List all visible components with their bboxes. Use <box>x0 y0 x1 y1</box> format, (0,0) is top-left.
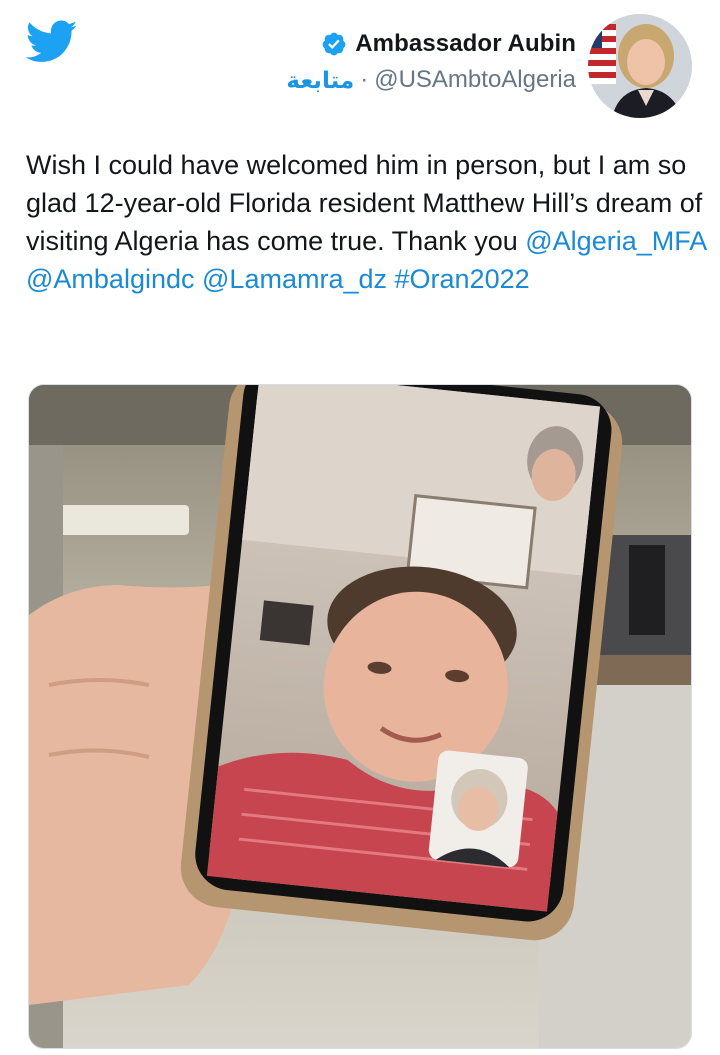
author-names: Ambassador Aubin متابعة · @USAmbtoAlgeri… <box>286 30 576 94</box>
hashtag-link[interactable]: #Oran2022 <box>395 264 530 294</box>
text-space <box>195 264 203 294</box>
mention-link[interactable]: @Ambalgindc <box>26 264 195 294</box>
tweet-card: Ambassador Aubin متابعة · @USAmbtoAlgeri… <box>0 0 720 1055</box>
twitter-bird-icon[interactable] <box>26 20 78 64</box>
tweet-photo-video-call <box>29 385 691 1048</box>
tweet-text: Wish I could have welcomed him in person… <box>26 146 706 298</box>
text-space <box>387 264 395 294</box>
follow-button[interactable]: متابعة <box>286 67 354 94</box>
tweet-photo[interactable] <box>28 384 692 1049</box>
mention-link[interactable]: @Algeria_MFA <box>525 226 705 256</box>
verified-badge-icon <box>322 32 346 56</box>
author-name-row: Ambassador Aubin <box>321 30 576 58</box>
author-display-name[interactable]: Ambassador Aubin <box>355 30 576 58</box>
mention-link[interactable]: @Lamamra_dz <box>202 264 387 294</box>
tweet-author: Ambassador Aubin متابعة · @USAmbtoAlgeri… <box>286 14 692 124</box>
separator-dot: · <box>360 66 369 93</box>
author-handle-row: متابعة · @USAmbtoAlgeria <box>286 66 576 94</box>
author-handle[interactable]: @USAmbtoAlgeria <box>374 66 576 94</box>
profile-avatar-icon[interactable] <box>588 14 692 118</box>
